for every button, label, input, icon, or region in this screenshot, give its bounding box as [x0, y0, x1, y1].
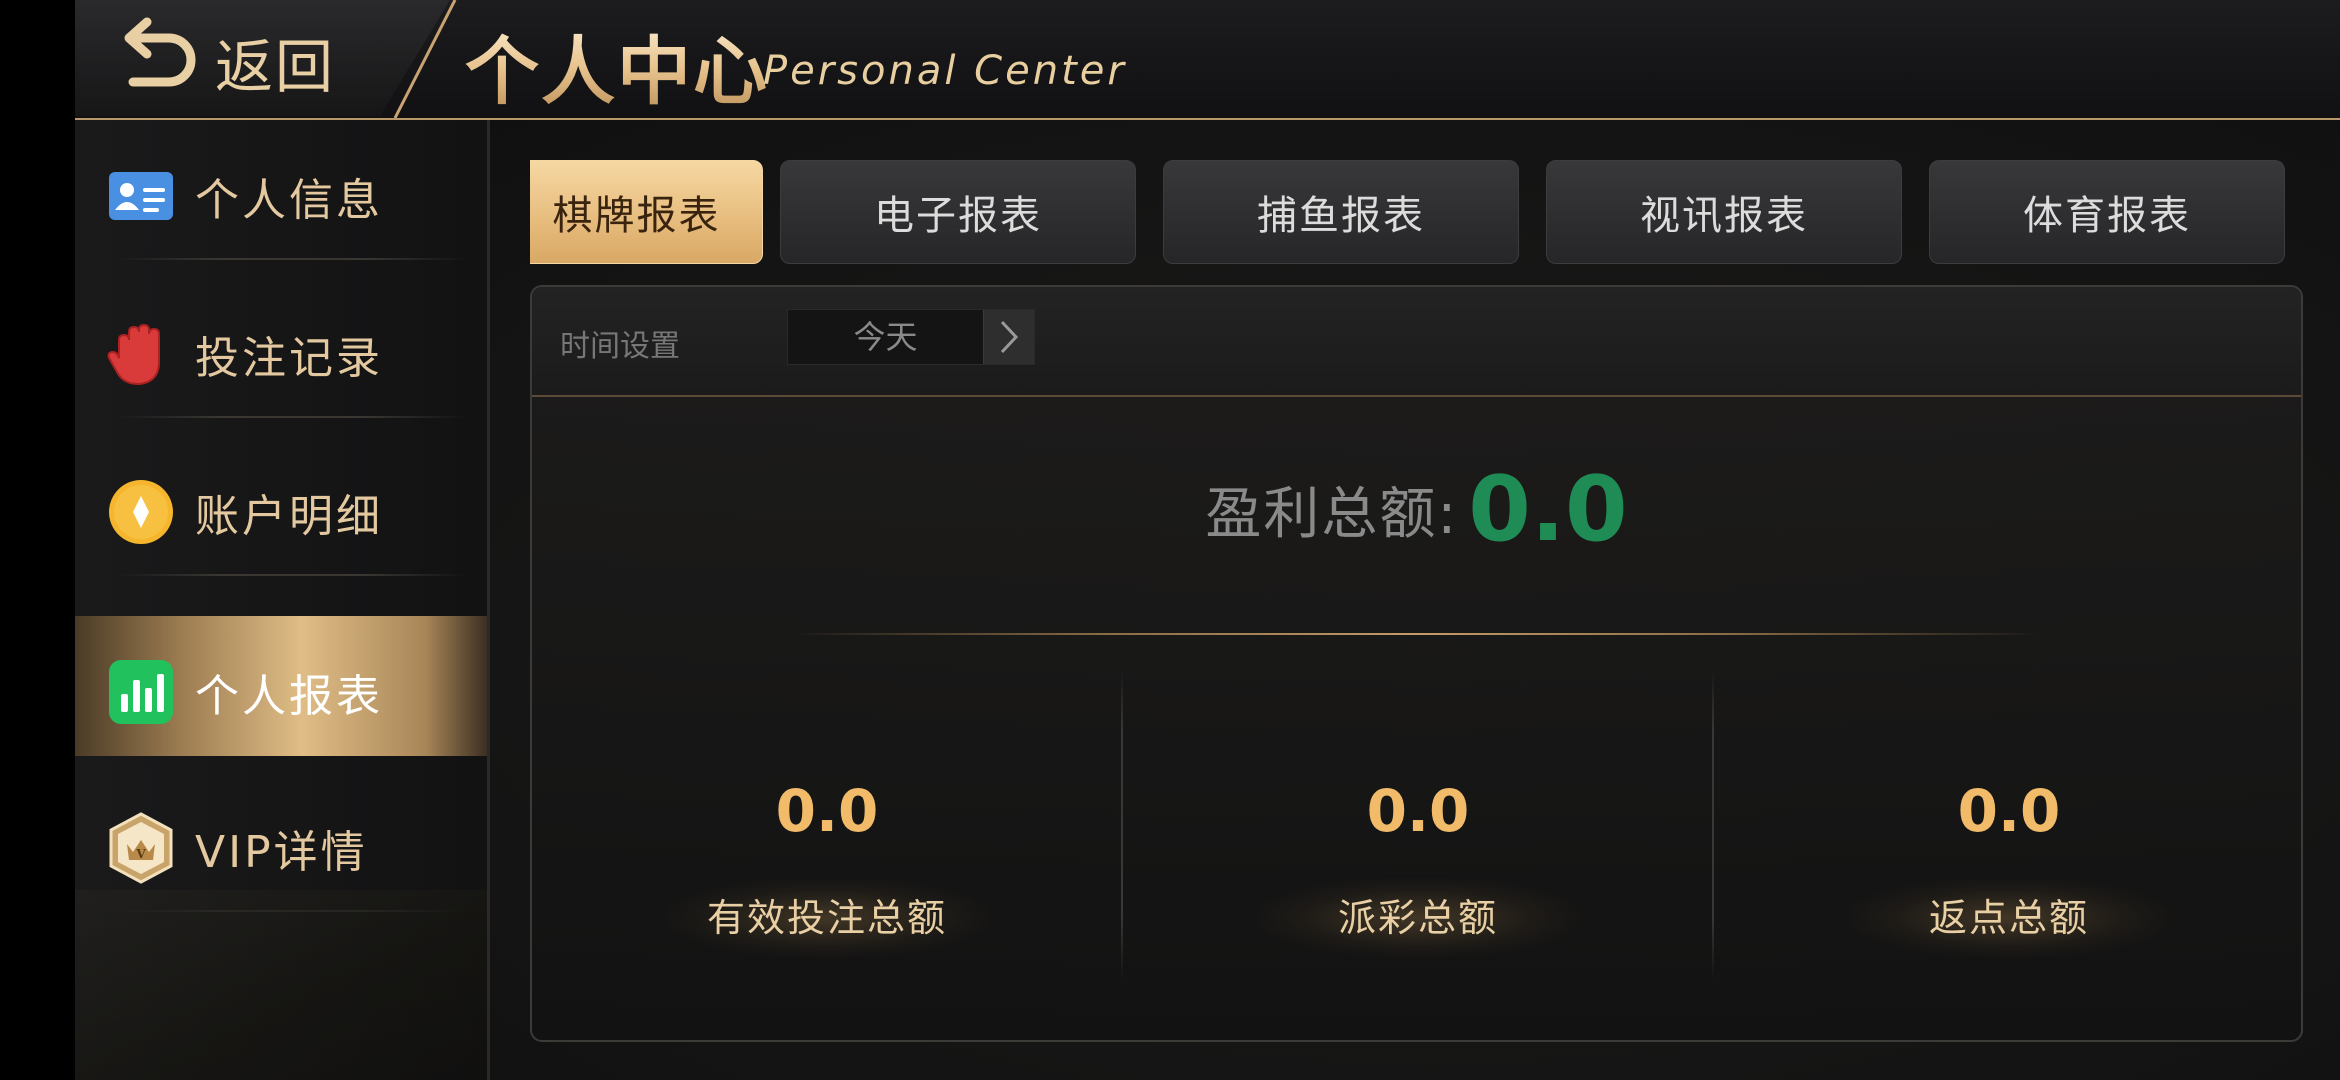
- tab-chess-report[interactable]: 棋牌报表: [530, 160, 763, 264]
- time-setting-label: 时间设置: [560, 329, 680, 364]
- sidebar-item-label: 个人信息: [195, 175, 383, 226]
- page-title: 个人中心: [465, 12, 769, 119]
- stat-value: 0.0: [1366, 777, 1470, 845]
- divider: [792, 633, 2042, 635]
- stat-rebate-total: 0.0 返点总额: [1714, 669, 2304, 989]
- report-panel: 时间设置 今天 盈利总额: 0.0 0.0 有效投注总额 0.0 派彩总额 0.…: [530, 285, 2303, 1042]
- date-range-value: 今天: [853, 318, 918, 356]
- profit-value: 0.0: [1468, 457, 1628, 562]
- sidebar-item-account-details[interactable]: 账户明细: [75, 436, 487, 576]
- page-subtitle: Personal Center: [763, 48, 1127, 94]
- back-arrow-icon: [124, 17, 196, 87]
- header-divider: [393, 0, 457, 118]
- sidebar-item-label: VIP详情: [195, 827, 368, 878]
- sidebar-item-label: 账户明细: [195, 491, 383, 542]
- red-hand-icon: [107, 323, 160, 386]
- sidebar-decoration: [75, 890, 487, 1080]
- sidebar-item-bet-records[interactable]: 投注记录: [75, 278, 487, 418]
- sidebar-item-personal-info[interactable]: 个人信息: [75, 120, 487, 260]
- divider: [115, 258, 467, 260]
- stat-payout-total: 0.0 派彩总额: [1123, 669, 1713, 989]
- svg-text:V: V: [135, 847, 146, 861]
- stats-row: 0.0 有效投注总额 0.0 派彩总额 0.0 返点总额: [532, 669, 2301, 989]
- sidebar-item-label: 投注记录: [195, 333, 383, 384]
- stat-label: 有效投注总额: [667, 879, 987, 957]
- sidebar: 个人信息 投注记录 账户明细 个人报表 V VIP详情: [75, 120, 490, 1080]
- top-header: 返回 个人中心 Personal Center: [75, 0, 2340, 120]
- back-label: 返回: [215, 33, 336, 101]
- date-range-select[interactable]: 今天: [787, 309, 1035, 365]
- id-card-icon: [109, 172, 173, 220]
- tab-sports-report[interactable]: 体育报表: [1929, 160, 2285, 264]
- stat-value: 0.0: [1957, 777, 2061, 845]
- sidebar-item-label: 个人报表: [195, 671, 383, 722]
- time-filter-bar: 时间设置 今天: [532, 287, 2301, 397]
- stat-label: 返点总额: [1849, 879, 2169, 957]
- divider: [115, 416, 467, 418]
- chevron-right-icon[interactable]: [983, 310, 1034, 364]
- stat-value: 0.0: [775, 777, 879, 845]
- tab-electronic-report[interactable]: 电子报表: [780, 160, 1136, 264]
- sidebar-item-personal-report[interactable]: 个人报表: [75, 616, 487, 756]
- profit-summary: 盈利总额: 0.0: [532, 457, 2301, 562]
- app-root: 返回 个人中心 Personal Center 个人信息 投注记录 账户明细 个…: [75, 0, 2340, 1080]
- profit-label: 盈利总额:: [1205, 482, 1459, 547]
- tab-fishing-report[interactable]: 捕鱼报表: [1163, 160, 1519, 264]
- tab-live-video-report[interactable]: 视讯报表: [1546, 160, 1902, 264]
- stat-valid-bet-total: 0.0 有效投注总额: [532, 669, 1122, 989]
- stat-label: 派彩总额: [1258, 879, 1578, 957]
- vip-crown-badge-icon: V: [109, 812, 173, 884]
- divider: [115, 574, 467, 576]
- gold-coin-icon: [109, 480, 173, 544]
- report-tabs: 棋牌报表 电子报表 捕鱼报表 视讯报表 体育报表: [530, 158, 2300, 266]
- bar-chart-icon: [109, 660, 173, 724]
